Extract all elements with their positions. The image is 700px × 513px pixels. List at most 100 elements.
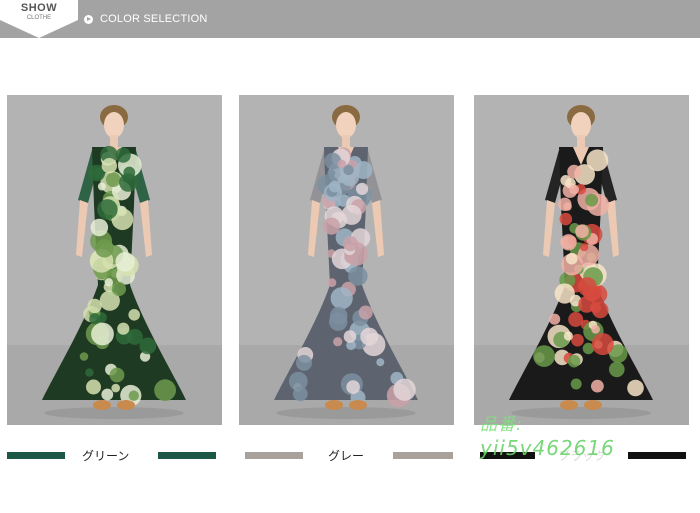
swatch-green-left <box>7 452 65 459</box>
flower-motif <box>109 367 125 383</box>
flower-motif <box>577 277 597 297</box>
flower-motif <box>104 278 114 287</box>
shadow <box>44 407 184 419</box>
watermark-line1: 品番: <box>480 415 523 435</box>
swatch-gray-right <box>393 452 453 459</box>
flower-motif <box>568 312 584 327</box>
flower-motif <box>119 173 138 192</box>
flower-motif <box>115 147 131 163</box>
flower-motif <box>567 354 581 368</box>
flower-motif <box>97 182 106 191</box>
flower-motif <box>343 330 357 343</box>
flower-motif <box>566 252 578 265</box>
flower-motif <box>549 313 561 325</box>
watermark-product-code: yii5v462616 <box>480 436 615 460</box>
flower-motif <box>296 354 312 371</box>
flower-motif <box>292 386 308 402</box>
color-label-green: グリーン <box>82 449 130 463</box>
flower-motif <box>358 305 373 320</box>
flower-motif <box>101 388 114 401</box>
flower-motif <box>323 217 341 235</box>
flower-motif <box>354 161 373 180</box>
flower-motif <box>580 243 589 252</box>
flower-motif <box>95 239 114 258</box>
flower-motif <box>627 379 644 397</box>
flower-motif <box>571 333 584 347</box>
product-photo-green[interactable] <box>7 95 222 425</box>
flower-motif <box>328 180 341 193</box>
flower-motif <box>330 287 353 310</box>
shadow <box>511 407 651 419</box>
product-photo-black[interactable] <box>474 95 689 425</box>
flower-motif <box>87 298 102 314</box>
flower-motif <box>585 193 599 207</box>
flower-motif <box>90 218 109 237</box>
flower-motif <box>558 197 572 211</box>
arrow-right-icon <box>84 15 93 24</box>
flower-motif <box>591 379 604 393</box>
flower-motif <box>89 313 101 325</box>
flower-motif <box>85 368 94 377</box>
product-photo-gray[interactable] <box>239 95 454 425</box>
right-shoe <box>584 400 602 410</box>
swatch-black-right <box>628 452 686 459</box>
flower-motif <box>154 379 177 402</box>
flower-motif <box>111 383 120 393</box>
flower-motif <box>128 390 139 401</box>
header-bar: SHOW CLOTHE COLOR SELECTION <box>0 0 700 38</box>
flower-motif <box>128 309 140 321</box>
flower-motif <box>337 159 347 169</box>
flower-motif <box>591 333 614 356</box>
dress-figure-green <box>7 95 222 425</box>
face <box>104 112 124 138</box>
flower-motif <box>560 175 572 186</box>
flower-motif <box>356 182 369 195</box>
flower-motif <box>91 322 114 346</box>
flower-motif <box>97 199 118 220</box>
badge-title: SHOW <box>20 2 58 14</box>
flower-motif <box>570 378 582 390</box>
flower-motif <box>591 324 600 334</box>
flower-motif <box>105 172 121 187</box>
flower-motif <box>554 283 575 304</box>
neck <box>577 135 585 147</box>
flower-motif <box>376 358 385 367</box>
flower-motif <box>586 149 609 172</box>
flower-motif <box>111 281 126 297</box>
section-title: COLOR SELECTION <box>100 13 208 25</box>
flower-motif <box>327 278 337 287</box>
flower-motif <box>346 380 360 394</box>
dress-figure-black <box>474 95 689 425</box>
left-shoe <box>93 400 111 410</box>
flower-motif <box>563 331 573 341</box>
right-shoe <box>349 400 367 410</box>
flower-motif <box>329 312 348 331</box>
dress-figure-gray <box>239 95 454 425</box>
flower-motif <box>360 327 379 346</box>
flower-motif <box>333 337 343 347</box>
flower-motif <box>117 322 130 335</box>
flower-motif <box>115 252 135 272</box>
swatch-gray-left <box>245 452 303 459</box>
shadow <box>276 407 416 419</box>
flower-motif <box>348 266 368 286</box>
face <box>571 112 591 138</box>
flower-motif <box>86 379 101 395</box>
flower-motif <box>126 328 143 345</box>
flower-motif <box>101 158 118 174</box>
swatch-green-right <box>158 452 216 459</box>
left-shoe <box>325 400 343 410</box>
flower-motif <box>559 212 573 226</box>
flower-motif <box>609 361 625 378</box>
flower-motif <box>79 352 89 361</box>
badge-subtitle: CLOTHE <box>26 15 52 21</box>
flower-motif <box>327 169 336 178</box>
neck <box>342 135 350 147</box>
flower-motif <box>590 302 601 314</box>
flower-motif <box>93 167 104 179</box>
color-label-gray: グレー <box>328 449 365 463</box>
flower-motif <box>560 234 577 251</box>
flower-motif <box>575 224 589 238</box>
neck <box>110 135 118 147</box>
face <box>336 112 356 138</box>
